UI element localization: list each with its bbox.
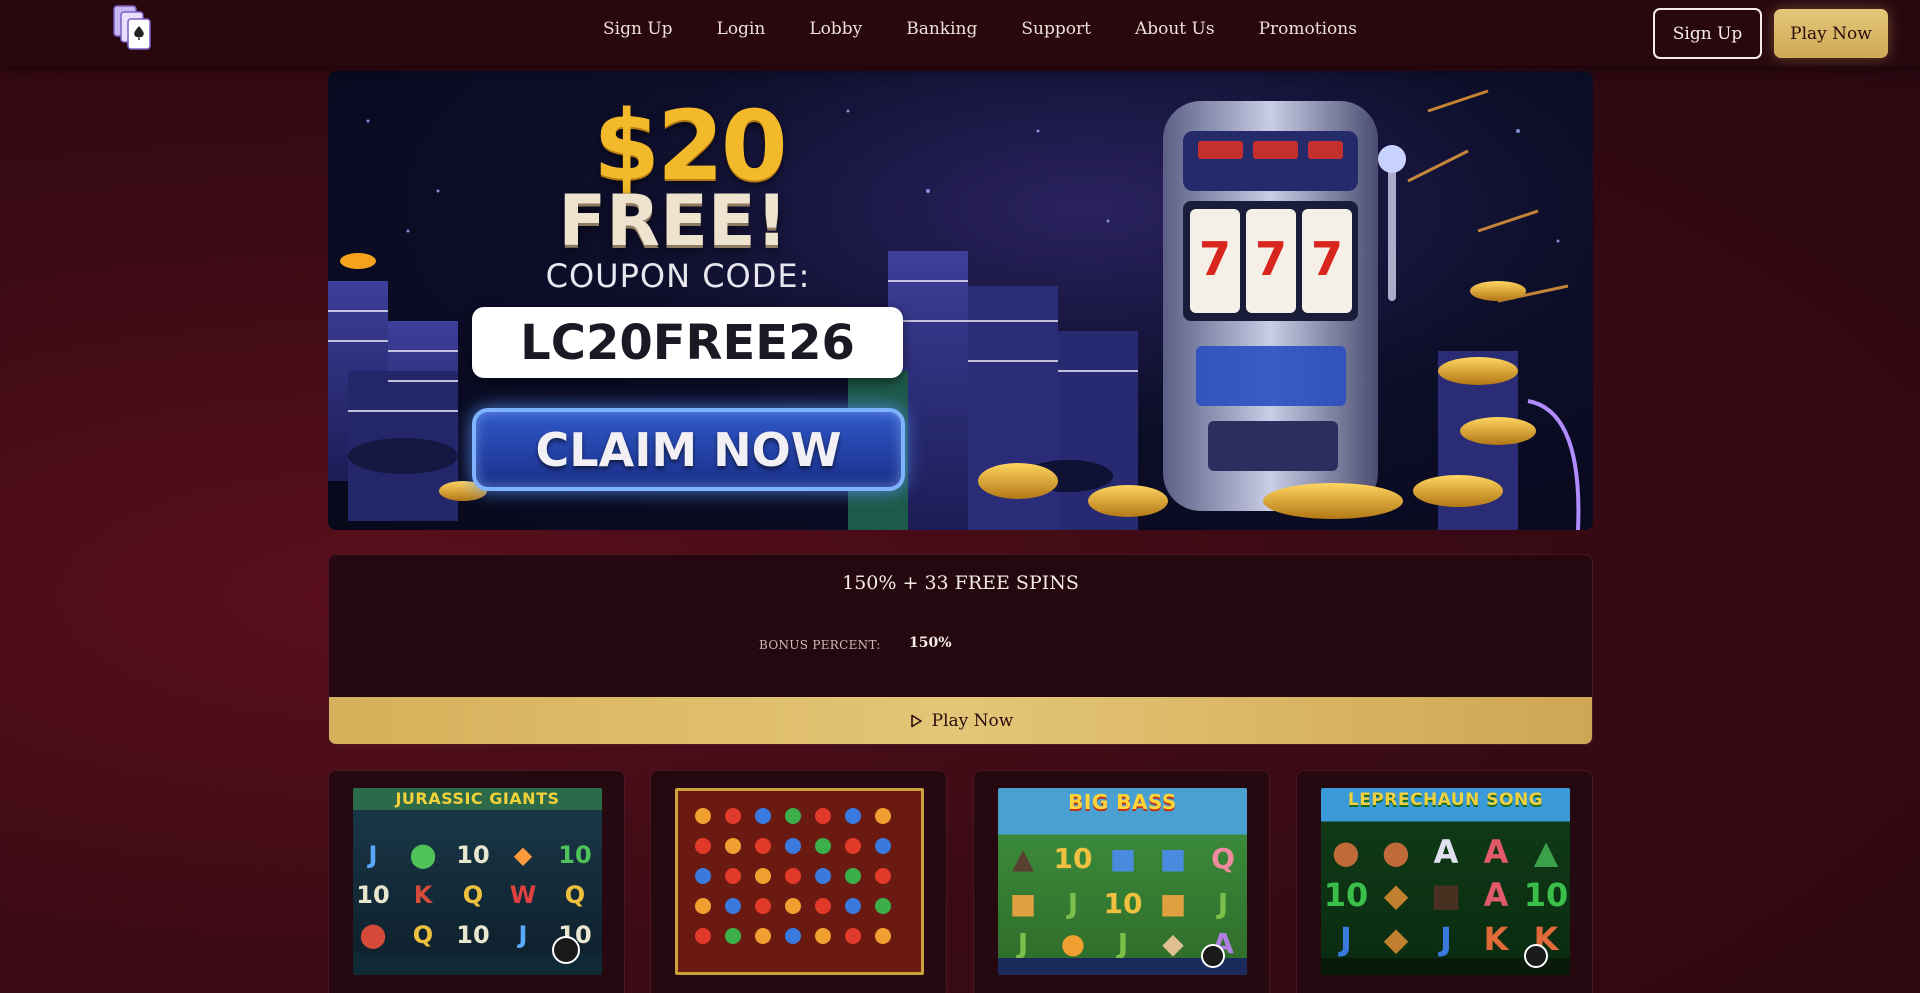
svg-text:Q: Q	[413, 921, 433, 949]
bonus-card: 150% + 33 FREE SPINS BONUS PERCENT: 150%…	[328, 554, 1593, 745]
svg-text:●: ●	[1382, 833, 1410, 871]
nav-about-us[interactable]: About Us	[1135, 19, 1215, 39]
bonus-play-now-button[interactable]: Play Now	[329, 697, 1592, 744]
svg-text:▲: ▲	[1534, 833, 1559, 871]
svg-text:◆: ◆	[1162, 927, 1184, 960]
svg-text:A: A	[1484, 833, 1509, 871]
svg-text:■: ■	[1010, 887, 1036, 920]
coupon-code[interactable]: LC20FREE26	[472, 307, 903, 378]
game-thumbnail: ● ● A A ▲ 10 ◆ ■ A 10 J ◆ J K K LEPRECHAUN SONG	[1321, 788, 1570, 975]
svg-text:10: 10	[356, 881, 389, 909]
main-nav: Sign Up Login Lobby Banking Support Abou…	[603, 0, 1357, 58]
svg-text:10: 10	[456, 841, 489, 869]
svg-text:J: J	[1016, 927, 1028, 960]
svg-text:7: 7	[1199, 232, 1231, 286]
svg-text:■: ■	[1431, 876, 1461, 914]
hero-free-text: FREE!	[558, 180, 788, 262]
svg-text:J: J	[1338, 920, 1352, 958]
svg-text:10: 10	[1104, 887, 1143, 920]
game-card-2[interactable]	[650, 770, 947, 993]
svg-text:Q: Q	[1211, 842, 1235, 875]
game-card-leprechaun-song[interactable]: ● ● A A ▲ 10 ◆ ■ A 10 J ◆ J K K LEPRECHAUN SONG	[1296, 770, 1593, 993]
svg-text:●: ●	[1332, 833, 1360, 871]
game-title: LEPRECHAUN SONG	[1347, 790, 1544, 810]
svg-text:●: ●	[1061, 927, 1085, 960]
svg-text:Q: Q	[463, 881, 483, 909]
bonus-percent-value: 150%	[909, 635, 952, 651]
nav-lobby[interactable]: Lobby	[809, 19, 862, 39]
nav-promotions[interactable]: Promotions	[1259, 19, 1357, 39]
svg-text:◆: ◆	[514, 841, 533, 869]
claim-now-button[interactable]: CLAIM NOW	[472, 408, 905, 491]
svg-text:10: 10	[1324, 876, 1369, 914]
nav-sign-up[interactable]: Sign Up	[603, 19, 673, 39]
svg-text:10: 10	[558, 841, 591, 869]
game-thumbnail: ▲ 10 ■ ■ Q ■ J 10 ■ J J ● J ◆ A BIG BASS	[998, 788, 1247, 975]
coupon-label: COUPON CODE:	[545, 257, 811, 295]
svg-text:⬤: ⬤	[410, 841, 437, 869]
svg-text:◆: ◆	[1384, 920, 1409, 958]
svg-text:J: J	[517, 921, 528, 949]
playing-cards-logo-icon[interactable]	[112, 4, 156, 52]
game-thumbnail: J ⬤ 10 ◆ 10 10 K QWQ ⬤ Q 10 J 10 JURASSIC GIANT…	[353, 788, 602, 975]
bonus-title: 150% + 33 FREE SPINS	[842, 572, 1079, 594]
svg-text:J: J	[367, 841, 378, 869]
game-title: BIG BASS	[1068, 790, 1177, 814]
game-title: JURASSIC GIANTS	[395, 789, 560, 808]
svg-text:W: W	[510, 881, 536, 909]
game-card-jurassic-giants[interactable]: J ⬤ 10 ◆ 10 10 K QWQ ⬤ Q 10 J 10 JURASSIC GIANT…	[328, 770, 625, 993]
bonus-percent-label: BONUS PERCENT:	[759, 638, 881, 652]
nav-login[interactable]: Login	[717, 19, 766, 39]
svg-text:■: ■	[1110, 842, 1136, 875]
svg-text:K: K	[414, 881, 434, 909]
sign-up-button[interactable]: Sign Up	[1653, 8, 1762, 59]
promo-banner[interactable]: 777 $20 FREE! COUPON CODE: LC20FREE26 CL…	[328, 71, 1593, 530]
svg-text:A: A	[1434, 833, 1459, 871]
bonus-play-now-label: Play Now	[931, 711, 1014, 731]
game-card-big-bass[interactable]: ▲ 10 ■ ■ Q ■ J 10 ■ J J ● J ◆ A BIG BASS	[973, 770, 1270, 993]
svg-text:10: 10	[1524, 876, 1569, 914]
top-header: Sign Up Login Lobby Banking Support Abou…	[0, 0, 1920, 66]
play-circle-icon	[910, 714, 922, 728]
svg-text:J: J	[1116, 927, 1128, 960]
svg-text:Q: Q	[565, 881, 585, 909]
svg-text:K: K	[1484, 920, 1510, 958]
svg-text:■: ■	[1160, 887, 1186, 920]
nav-banking[interactable]: Banking	[906, 19, 977, 39]
svg-text:7: 7	[1311, 232, 1343, 286]
svg-text:7: 7	[1255, 232, 1287, 286]
game-thumbnail	[675, 788, 924, 975]
svg-text:J: J	[1216, 887, 1228, 920]
svg-text:⬤: ⬤	[360, 921, 387, 949]
nav-support[interactable]: Support	[1021, 19, 1091, 39]
svg-text:◆: ◆	[1384, 876, 1409, 914]
svg-text:10: 10	[456, 921, 489, 949]
svg-text:▲: ▲	[1012, 842, 1034, 875]
svg-text:■: ■	[1160, 842, 1186, 875]
svg-text:10: 10	[1054, 842, 1093, 875]
svg-text:J: J	[1066, 887, 1078, 920]
play-now-button[interactable]: Play Now	[1774, 9, 1888, 58]
svg-text:J: J	[1438, 920, 1452, 958]
svg-text:A: A	[1484, 876, 1509, 914]
